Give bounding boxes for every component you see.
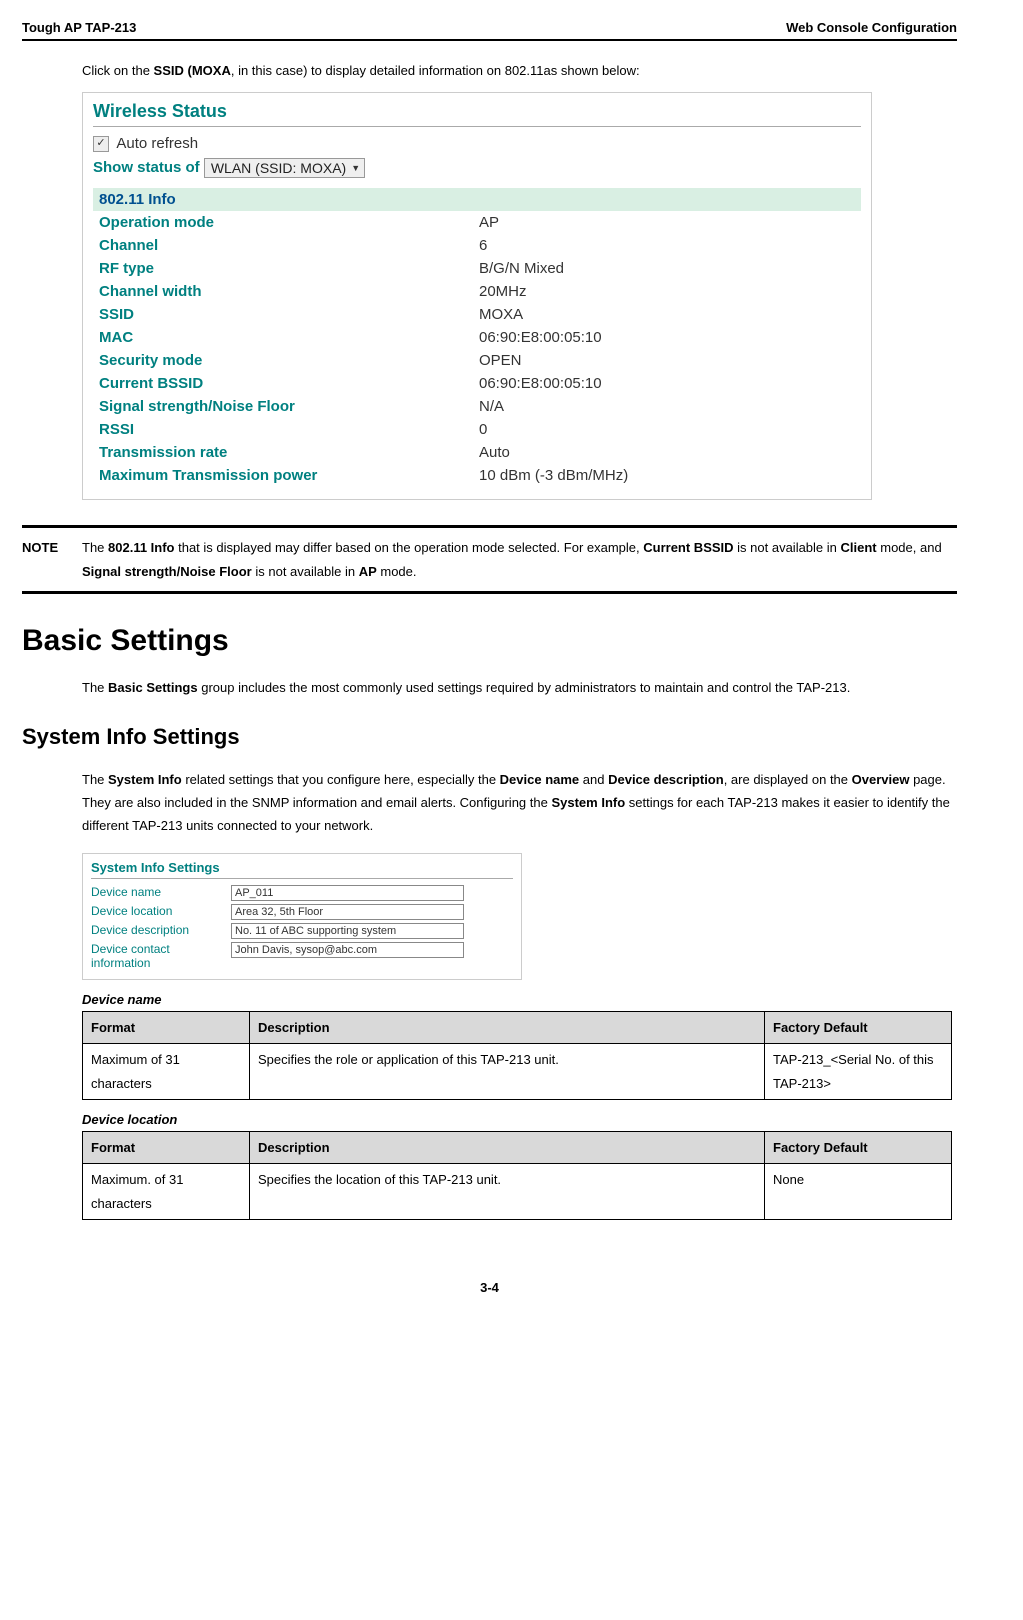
- table-header: Factory Default: [765, 1131, 952, 1163]
- info-value: 10 dBm (-3 dBm/MHz): [479, 467, 855, 484]
- sis-input[interactable]: John Davis, sysop@abc.com: [231, 942, 464, 958]
- auto-refresh-row: ✓ Auto refresh: [93, 135, 861, 152]
- sis-title: System Info Settings: [91, 860, 513, 879]
- info-row: MAC06:90:E8:00:05:10: [93, 326, 861, 349]
- basic-settings-heading: Basic Settings: [22, 624, 957, 658]
- sis-label: Device name: [91, 885, 231, 899]
- sis-row: Device nameAP_011: [91, 885, 513, 901]
- table-cell: None: [765, 1164, 952, 1220]
- info-row: Transmission rateAuto: [93, 441, 861, 464]
- info-value: 6: [479, 237, 855, 254]
- info-value: 06:90:E8:00:05:10: [479, 375, 855, 392]
- show-status-row: Show status of WLAN (SSID: MOXA): [93, 158, 861, 178]
- sis-input[interactable]: No. 11 of ABC supporting system: [231, 923, 464, 939]
- sis-input[interactable]: AP_011: [231, 885, 464, 901]
- sis-row: Device locationArea 32, 5th Floor: [91, 904, 513, 920]
- info-label: SSID: [99, 306, 479, 323]
- info-label: Channel: [99, 237, 479, 254]
- device-location-table: Format Description Factory Default Maxim…: [82, 1131, 952, 1220]
- info-label: MAC: [99, 329, 479, 346]
- note-box: NOTE The 802.11 Info that is displayed m…: [22, 525, 957, 594]
- table-cell: Specifies the role or application of thi…: [250, 1044, 765, 1100]
- sis-label: Device description: [91, 923, 231, 937]
- info-label: RF type: [99, 260, 479, 277]
- info-value: MOXA: [479, 306, 855, 323]
- show-status-label: Show status of: [93, 159, 200, 176]
- info-label: Operation mode: [99, 214, 479, 231]
- wireless-status-title: Wireless Status: [93, 101, 861, 127]
- info-label: Security mode: [99, 352, 479, 369]
- page-number: 3-4: [22, 1280, 957, 1295]
- info-row: RF typeB/G/N Mixed: [93, 257, 861, 280]
- table-header: Format: [83, 1131, 250, 1163]
- note-label: NOTE: [22, 536, 82, 583]
- info-section-header: 802.11 Info: [93, 188, 861, 211]
- wireless-status-panel: Wireless Status ✓ Auto refresh Show stat…: [82, 92, 872, 500]
- info-value: Auto: [479, 444, 855, 461]
- table-cell: TAP-213_<Serial No. of this TAP-213>: [765, 1044, 952, 1100]
- info-value: OPEN: [479, 352, 855, 369]
- system-info-settings-panel: System Info Settings Device nameAP_011De…: [82, 853, 522, 980]
- info-label: Current BSSID: [99, 375, 479, 392]
- info-value: AP: [479, 214, 855, 231]
- info-row: Operation modeAP: [93, 211, 861, 234]
- info-label: Signal strength/Noise Floor: [99, 398, 479, 415]
- show-status-select[interactable]: WLAN (SSID: MOXA): [204, 158, 365, 178]
- note-text: The 802.11 Info that is displayed may di…: [82, 536, 957, 583]
- device-name-subhead: Device name: [82, 992, 957, 1007]
- device-location-subhead: Device location: [82, 1112, 957, 1127]
- sis-label: Device contact information: [91, 942, 231, 970]
- system-info-text: The System Info related settings that yo…: [82, 768, 957, 838]
- info-value: 06:90:E8:00:05:10: [479, 329, 855, 346]
- intro-text: Click on the SSID (MOXA, in this case) t…: [82, 59, 957, 82]
- info-row: Current BSSID06:90:E8:00:05:10: [93, 372, 861, 395]
- system-info-heading: System Info Settings: [22, 724, 957, 750]
- info-row: RSSI0: [93, 418, 861, 441]
- info-row: Signal strength/Noise FloorN/A: [93, 395, 861, 418]
- table-header: Factory Default: [765, 1011, 952, 1043]
- auto-refresh-label: Auto refresh: [116, 135, 198, 152]
- info-value: 0: [479, 421, 855, 438]
- sis-input[interactable]: Area 32, 5th Floor: [231, 904, 464, 920]
- auto-refresh-checkbox[interactable]: ✓: [93, 136, 109, 152]
- table-cell: Specifies the location of this TAP-213 u…: [250, 1164, 765, 1220]
- device-name-table: Format Description Factory Default Maxim…: [82, 1011, 952, 1100]
- info-row: Maximum Transmission power10 dBm (-3 dBm…: [93, 464, 861, 487]
- info-row: Channel6: [93, 234, 861, 257]
- info-row: Security modeOPEN: [93, 349, 861, 372]
- info-row: SSIDMOXA: [93, 303, 861, 326]
- info-value: B/G/N Mixed: [479, 260, 855, 277]
- table-header: Description: [250, 1131, 765, 1163]
- header-left: Tough AP TAP-213: [22, 20, 136, 35]
- info-label: RSSI: [99, 421, 479, 438]
- info-value: 20MHz: [479, 283, 855, 300]
- table-header: Format: [83, 1011, 250, 1043]
- sis-label: Device location: [91, 904, 231, 918]
- info-label: Transmission rate: [99, 444, 479, 461]
- info-label: Channel width: [99, 283, 479, 300]
- sis-row: Device contact informationJohn Davis, sy…: [91, 942, 513, 970]
- basic-settings-text: The Basic Settings group includes the mo…: [82, 676, 957, 699]
- table-header: Description: [250, 1011, 765, 1043]
- info-value: N/A: [479, 398, 855, 415]
- info-row: Channel width20MHz: [93, 280, 861, 303]
- info-label: Maximum Transmission power: [99, 467, 479, 484]
- sis-row: Device descriptionNo. 11 of ABC supporti…: [91, 923, 513, 939]
- header-right: Web Console Configuration: [786, 20, 957, 35]
- table-cell: Maximum. of 31 characters: [83, 1164, 250, 1220]
- table-cell: Maximum of 31 characters: [83, 1044, 250, 1100]
- page-header: Tough AP TAP-213 Web Console Configurati…: [22, 20, 957, 41]
